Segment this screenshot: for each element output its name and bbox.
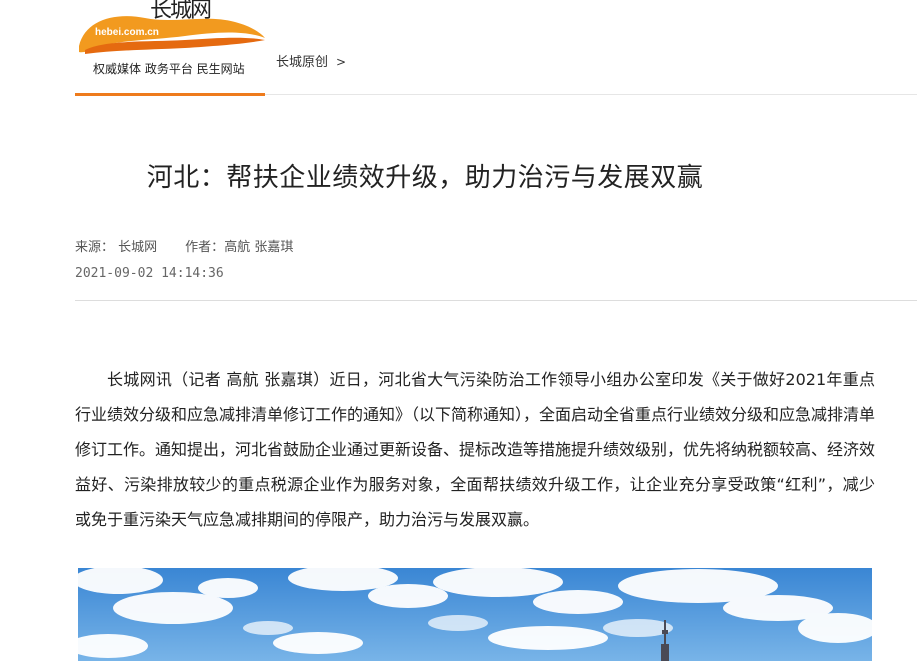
site-slogan: 权威媒体 政务平台 民生网站 <box>93 62 245 76</box>
article-photo <box>78 568 872 661</box>
source-value[interactable]: 长城网 <box>118 240 157 255</box>
svg-text:hebei.com.cn: hebei.com.cn <box>95 27 159 38</box>
sky-cityscape-image <box>78 568 872 661</box>
author-value: 高航 张嘉琪 <box>224 240 294 255</box>
article-body: 长城网讯（记者 高航 张嘉琪）近日，河北省大气污染防治工作领导小组办公室印发《关… <box>75 370 876 529</box>
site-header: hebei.com.cn 长城网 权威媒体 政务平台 民生网站 长城原创 > <box>0 0 917 96</box>
breadcrumb[interactable]: 长城原创 > <box>276 51 346 70</box>
article-meta: 来源： 长城网 作者：高航 张嘉琪 <box>75 236 293 255</box>
svg-text:长城网: 长城网 <box>150 0 211 23</box>
header-accent-bar <box>75 93 265 96</box>
author-label: 作者： <box>185 240 225 255</box>
chevron-right-icon: > <box>336 55 347 69</box>
article-title: 河北：帮扶企业绩效升级，助力治污与发展双赢 <box>146 163 704 193</box>
site-logo[interactable]: hebei.com.cn 长城网 <box>75 0 270 60</box>
source-label: 来源： <box>75 240 115 255</box>
breadcrumb-item-original[interactable]: 长城原创 <box>276 55 328 70</box>
meta-divider <box>75 300 917 301</box>
publish-date: 2021-09-02 14:14:36 <box>75 266 224 281</box>
